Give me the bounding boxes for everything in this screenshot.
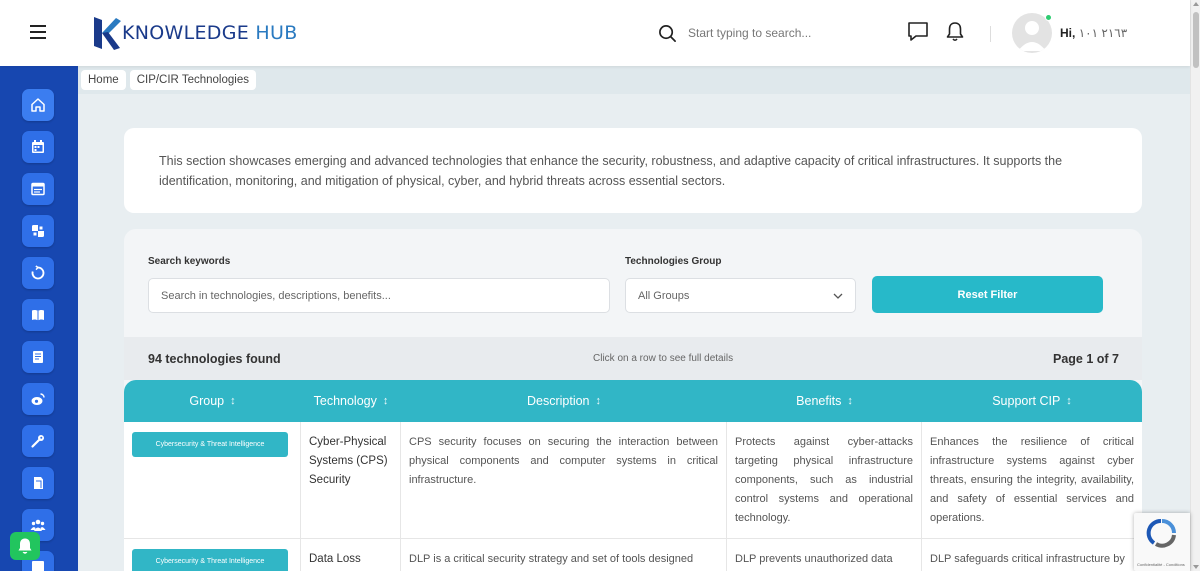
group-badge: Cybersecurity & Threat Intelligence <box>132 549 288 571</box>
technologies-panel: Search keywords Search in technologies, … <box>124 229 1142 571</box>
technologies-group-select[interactable]: All Groups <box>625 278 856 313</box>
book-icon <box>32 310 44 321</box>
cell-support-cip: Enhances the resilience of critical infr… <box>930 436 1134 524</box>
messages-icon[interactable] <box>907 21 929 47</box>
scroll-down-arrow[interactable] <box>1193 565 1199 569</box>
cell-benefits: DLP prevents unauthorized data <box>727 539 922 571</box>
sidebar-item-documents[interactable] <box>22 341 54 373</box>
table-header: Group ↕ Technology ↕ Description ↕ Benefits… <box>124 380 1142 422</box>
cell-technology: Data Loss <box>301 539 401 571</box>
sidebar-item-calendar[interactable] <box>22 131 54 163</box>
scrollbar-thumb[interactable] <box>1193 12 1199 68</box>
bell-icon <box>18 538 32 554</box>
cell-technology: Cyber-Physical Systems (CPS) Security <box>301 422 401 538</box>
sidebar <box>0 66 78 571</box>
row-click-hint: Click on a row to see full details <box>593 353 734 364</box>
archive-icon <box>32 561 44 571</box>
sidebar-item-home[interactable] <box>22 89 54 121</box>
cell-benefits: Protects against cyber-attacks targeting… <box>727 422 922 538</box>
sidebar-item-tags[interactable] <box>22 467 54 499</box>
chevron-down-icon <box>833 293 843 299</box>
cell-description: DLP is a critical security strategy and … <box>401 539 727 571</box>
group-badge: Cybersecurity & Threat Intelligence <box>132 432 288 457</box>
column-header-description[interactable]: Description ↕ <box>401 380 727 422</box>
section-intro: This section showcases emerging and adva… <box>124 128 1142 213</box>
results-count: 94 technologies found <box>148 352 281 366</box>
search-icon <box>659 24 676 42</box>
home-icon <box>31 98 45 112</box>
sort-icon: ↕ <box>1066 395 1072 407</box>
technologies-group-value: All Groups <box>638 289 690 302</box>
sort-icon: ↕ <box>230 395 236 407</box>
search-keywords-label: Search keywords <box>148 256 231 267</box>
page-indicator: Page 1 of 7 <box>1053 352 1119 366</box>
users-icon <box>30 519 46 531</box>
sidebar-item-window[interactable] <box>22 173 54 205</box>
cycle-icon <box>31 265 45 280</box>
header-divider <box>990 26 991 42</box>
breadcrumb-current[interactable]: CIP/CIR Technologies <box>129 70 256 90</box>
cell-group: Cybersecurity & Threat Intelligence <box>124 539 301 571</box>
logo-text: KNOWLEDGE HUB <box>122 22 298 44</box>
window-icon <box>31 182 45 196</box>
cell-description: CPS security focuses on securing the int… <box>401 422 727 538</box>
results-bar: 94 technologies found Click on a row to … <box>124 337 1142 380</box>
online-status-dot <box>1045 14 1052 21</box>
sort-icon: ↕ <box>595 395 602 407</box>
keyword-search-placeholder: Search in technologies, descriptions, be… <box>161 289 391 302</box>
recaptcha-badge[interactable]: Confidentialité - Conditions <box>1134 513 1190 571</box>
technologies-group-label: Technologies Group <box>625 256 722 267</box>
global-search-input[interactable] <box>688 26 888 40</box>
cell-group: Cybersecurity & Threat Intelligence <box>124 422 301 538</box>
global-search[interactable] <box>658 20 898 46</box>
recaptcha-terms[interactable]: Confidentialité - Conditions <box>1137 562 1185 567</box>
document-icon <box>33 351 43 363</box>
key-icon <box>31 435 44 448</box>
top-header: KNOWLEDGE HUB Hi, ٢١٦٣ ١٠١ <box>0 0 1190 66</box>
breadcrumb: Home CIP/CIR Technologies <box>78 66 1190 94</box>
reset-filter-button[interactable]: Reset Filter <box>872 276 1103 313</box>
recaptcha-icon <box>1146 518 1176 548</box>
sidebar-item-book[interactable] <box>22 299 54 331</box>
breadcrumb-home[interactable]: Home <box>81 70 126 90</box>
calendar-icon <box>32 140 44 153</box>
knowledge-hub-logo[interactable]: KNOWLEDGE HUB <box>92 14 298 52</box>
sidebar-item-keys[interactable] <box>22 425 54 457</box>
page-scrollbar[interactable] <box>1190 0 1200 571</box>
column-header-support-cip[interactable]: Support CIP ↕ <box>922 380 1142 422</box>
cell-support-cip: DLP safeguards critical infrastructure b… <box>930 553 1125 565</box>
column-header-technology[interactable]: Technology ↕ <box>301 380 401 422</box>
table-row[interactable]: Cybersecurity & Threat Intelligence Data… <box>124 539 1142 571</box>
weibo-icon <box>31 393 45 405</box>
sort-icon: ↕ <box>382 395 389 407</box>
logo-mark-icon <box>92 15 122 51</box>
user-greeting[interactable]: Hi, ٢١٦٣ ١٠١ <box>1060 26 1127 40</box>
sidebar-item-social[interactable] <box>22 383 54 415</box>
table-row[interactable]: Cybersecurity & Threat Intelligence Cybe… <box>124 422 1142 539</box>
tag-icon <box>34 477 43 489</box>
column-header-benefits[interactable]: Benefits ↕ <box>727 380 922 422</box>
floating-notification-button[interactable] <box>10 532 40 560</box>
keyword-search-input[interactable]: Search in technologies, descriptions, be… <box>148 278 610 313</box>
notifications-bell-icon[interactable] <box>946 21 964 47</box>
sidebar-item-cycle[interactable] <box>22 257 54 289</box>
sidebar-item-puzzle[interactable] <box>22 215 54 247</box>
menu-toggle-icon[interactable] <box>30 25 46 39</box>
sort-icon: ↕ <box>847 395 853 407</box>
puzzle-icon <box>32 225 44 237</box>
scroll-up-arrow[interactable] <box>1193 2 1199 6</box>
column-header-group[interactable]: Group ↕ <box>124 380 301 422</box>
